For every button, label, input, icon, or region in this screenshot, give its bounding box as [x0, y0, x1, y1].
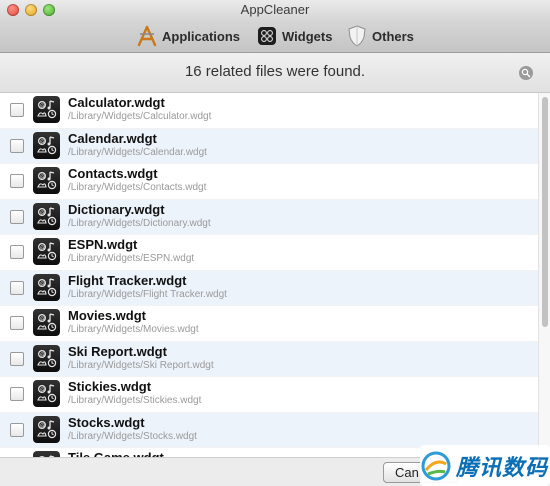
file-row[interactable]: @ Calculator.wdgt /Library/Widgets/Calcu… [0, 93, 538, 129]
results-count-message: 16 related files were found. [184, 63, 366, 80]
file-name: Dictionary.wdgt [68, 201, 165, 217]
file-row[interactable]: @ Dictionary.wdgt /Library/Widgets/Dicti… [0, 199, 538, 235]
file-path: /Library/Widgets/Stocks.wdgt [68, 430, 197, 442]
toolbar: Applications Widgets Others [0, 20, 550, 53]
file-name: Flight Tracker.wdgt [68, 272, 187, 288]
file-checkbox[interactable] [10, 422, 24, 437]
widget-file-icon: @ [33, 96, 60, 123]
tab-widgets[interactable]: Widgets [256, 23, 332, 49]
file-checkbox[interactable] [10, 280, 24, 295]
file-path: /Library/Widgets/Dictionary.wdgt [68, 217, 211, 229]
widget-file-icon: @ [33, 415, 60, 443]
file-path: /Library/Widgets/Movies.wdgt [68, 324, 199, 335]
file-checkbox[interactable] [10, 138, 24, 153]
file-name: Movies.wdgt [68, 308, 147, 323]
file-name: Ski Report.wdgt [68, 343, 167, 359]
list-scrollbar[interactable] [538, 93, 550, 457]
widget-file-icon: @ [33, 309, 60, 336]
search-icon[interactable] [519, 66, 533, 80]
file-name: Stocks.wdgt [68, 414, 145, 430]
widgets-icon [256, 25, 278, 47]
file-checkbox[interactable] [10, 387, 24, 401]
scrollbar-thumb[interactable] [542, 97, 548, 327]
file-name: Tile Game.wdgt [68, 450, 164, 457]
watermark-logo-icon [421, 451, 451, 480]
file-checkbox[interactable] [10, 351, 24, 366]
others-icon [346, 25, 368, 47]
results-header: 16 related files were found. [0, 53, 550, 93]
file-path: /Library/Widgets/Calendar.wdgt [68, 146, 207, 158]
file-name: Stickies.wdgt [68, 379, 152, 394]
file-path: /Library/Widgets/Stickies.wdgt [68, 395, 202, 406]
svg-text:@: @ [40, 210, 45, 216]
file-row[interactable]: @ Flight Tracker.wdgt /Library/Widgets/F… [0, 270, 538, 306]
svg-text:@: @ [40, 423, 45, 429]
file-checkbox[interactable] [10, 174, 24, 188]
file-list: @ Calculator.wdgt /Library/Widgets/Calcu… [0, 93, 538, 457]
svg-text:@: @ [40, 352, 45, 358]
file-row[interactable]: @ Ski Report.wdgt /Library/Widgets/Ski R… [0, 341, 538, 377]
svg-text:@: @ [40, 139, 45, 145]
file-name: Calculator.wdgt [68, 95, 165, 110]
applications-icon [136, 25, 158, 47]
tab-others[interactable]: Others [346, 23, 414, 49]
file-path: /Library/Widgets/Contacts.wdgt [68, 182, 207, 193]
svg-text:@: @ [40, 103, 45, 109]
title-bar: AppCleaner [0, 0, 550, 20]
widget-file-icon: @ [33, 380, 60, 407]
file-checkbox[interactable] [10, 245, 24, 259]
file-checkbox[interactable] [10, 209, 24, 224]
file-checkbox[interactable] [10, 316, 24, 330]
file-row[interactable]: @ ESPN.wdgt /Library/Widgets/ESPN.wdgt [0, 235, 538, 271]
file-path: /Library/Widgets/Calculator.wdgt [68, 111, 212, 122]
tab-label: Widgets [282, 28, 333, 44]
svg-text:@: @ [40, 281, 45, 287]
watermark-text: 腾讯数码 [456, 454, 549, 480]
widget-file-icon: @ [33, 238, 60, 265]
widget-file-icon: @ [33, 167, 60, 194]
file-row[interactable]: @ Stickies.wdgt /Library/Widgets/Stickie… [0, 377, 538, 413]
tab-label: Others [372, 28, 414, 44]
tab-applications[interactable]: Applications [136, 23, 240, 49]
file-row[interactable]: @ Contacts.wdgt /Library/Widgets/Contact… [0, 164, 538, 200]
widget-file-icon: @ [33, 202, 60, 230]
file-path: /Library/Widgets/Flight Tracker.wdgt [68, 288, 227, 300]
file-checkbox[interactable] [10, 103, 24, 117]
svg-text:@: @ [40, 316, 45, 322]
file-row[interactable]: @ Calendar.wdgt /Library/Widgets/Calenda… [0, 128, 538, 164]
file-name: ESPN.wdgt [68, 237, 138, 252]
widget-file-icon: @ [33, 273, 60, 301]
tab-label: Applications [162, 28, 241, 44]
widget-file-icon: @ [33, 344, 60, 372]
window-title: AppCleaner [240, 2, 310, 17]
file-path: /Library/Widgets/Ski Report.wdgt [68, 359, 214, 371]
watermark: 腾讯数码 [420, 445, 550, 486]
svg-text:@: @ [40, 387, 45, 393]
file-row[interactable]: @ Movies.wdgt /Library/Widgets/Movies.wd… [0, 306, 538, 342]
file-path: /Library/Widgets/ESPN.wdgt [68, 253, 195, 264]
svg-text:@: @ [40, 174, 45, 180]
file-row[interactable]: @ Stocks.wdgt /Library/Widgets/Stocks.wd… [0, 412, 538, 448]
widget-file-icon: @ [33, 131, 60, 159]
file-name: Calendar.wdgt [68, 130, 157, 146]
file-name: Contacts.wdgt [68, 166, 158, 181]
appcleaner-window: AppCleaner Applications Widgets Others 1… [0, 0, 550, 486]
svg-text:@: @ [40, 245, 45, 251]
